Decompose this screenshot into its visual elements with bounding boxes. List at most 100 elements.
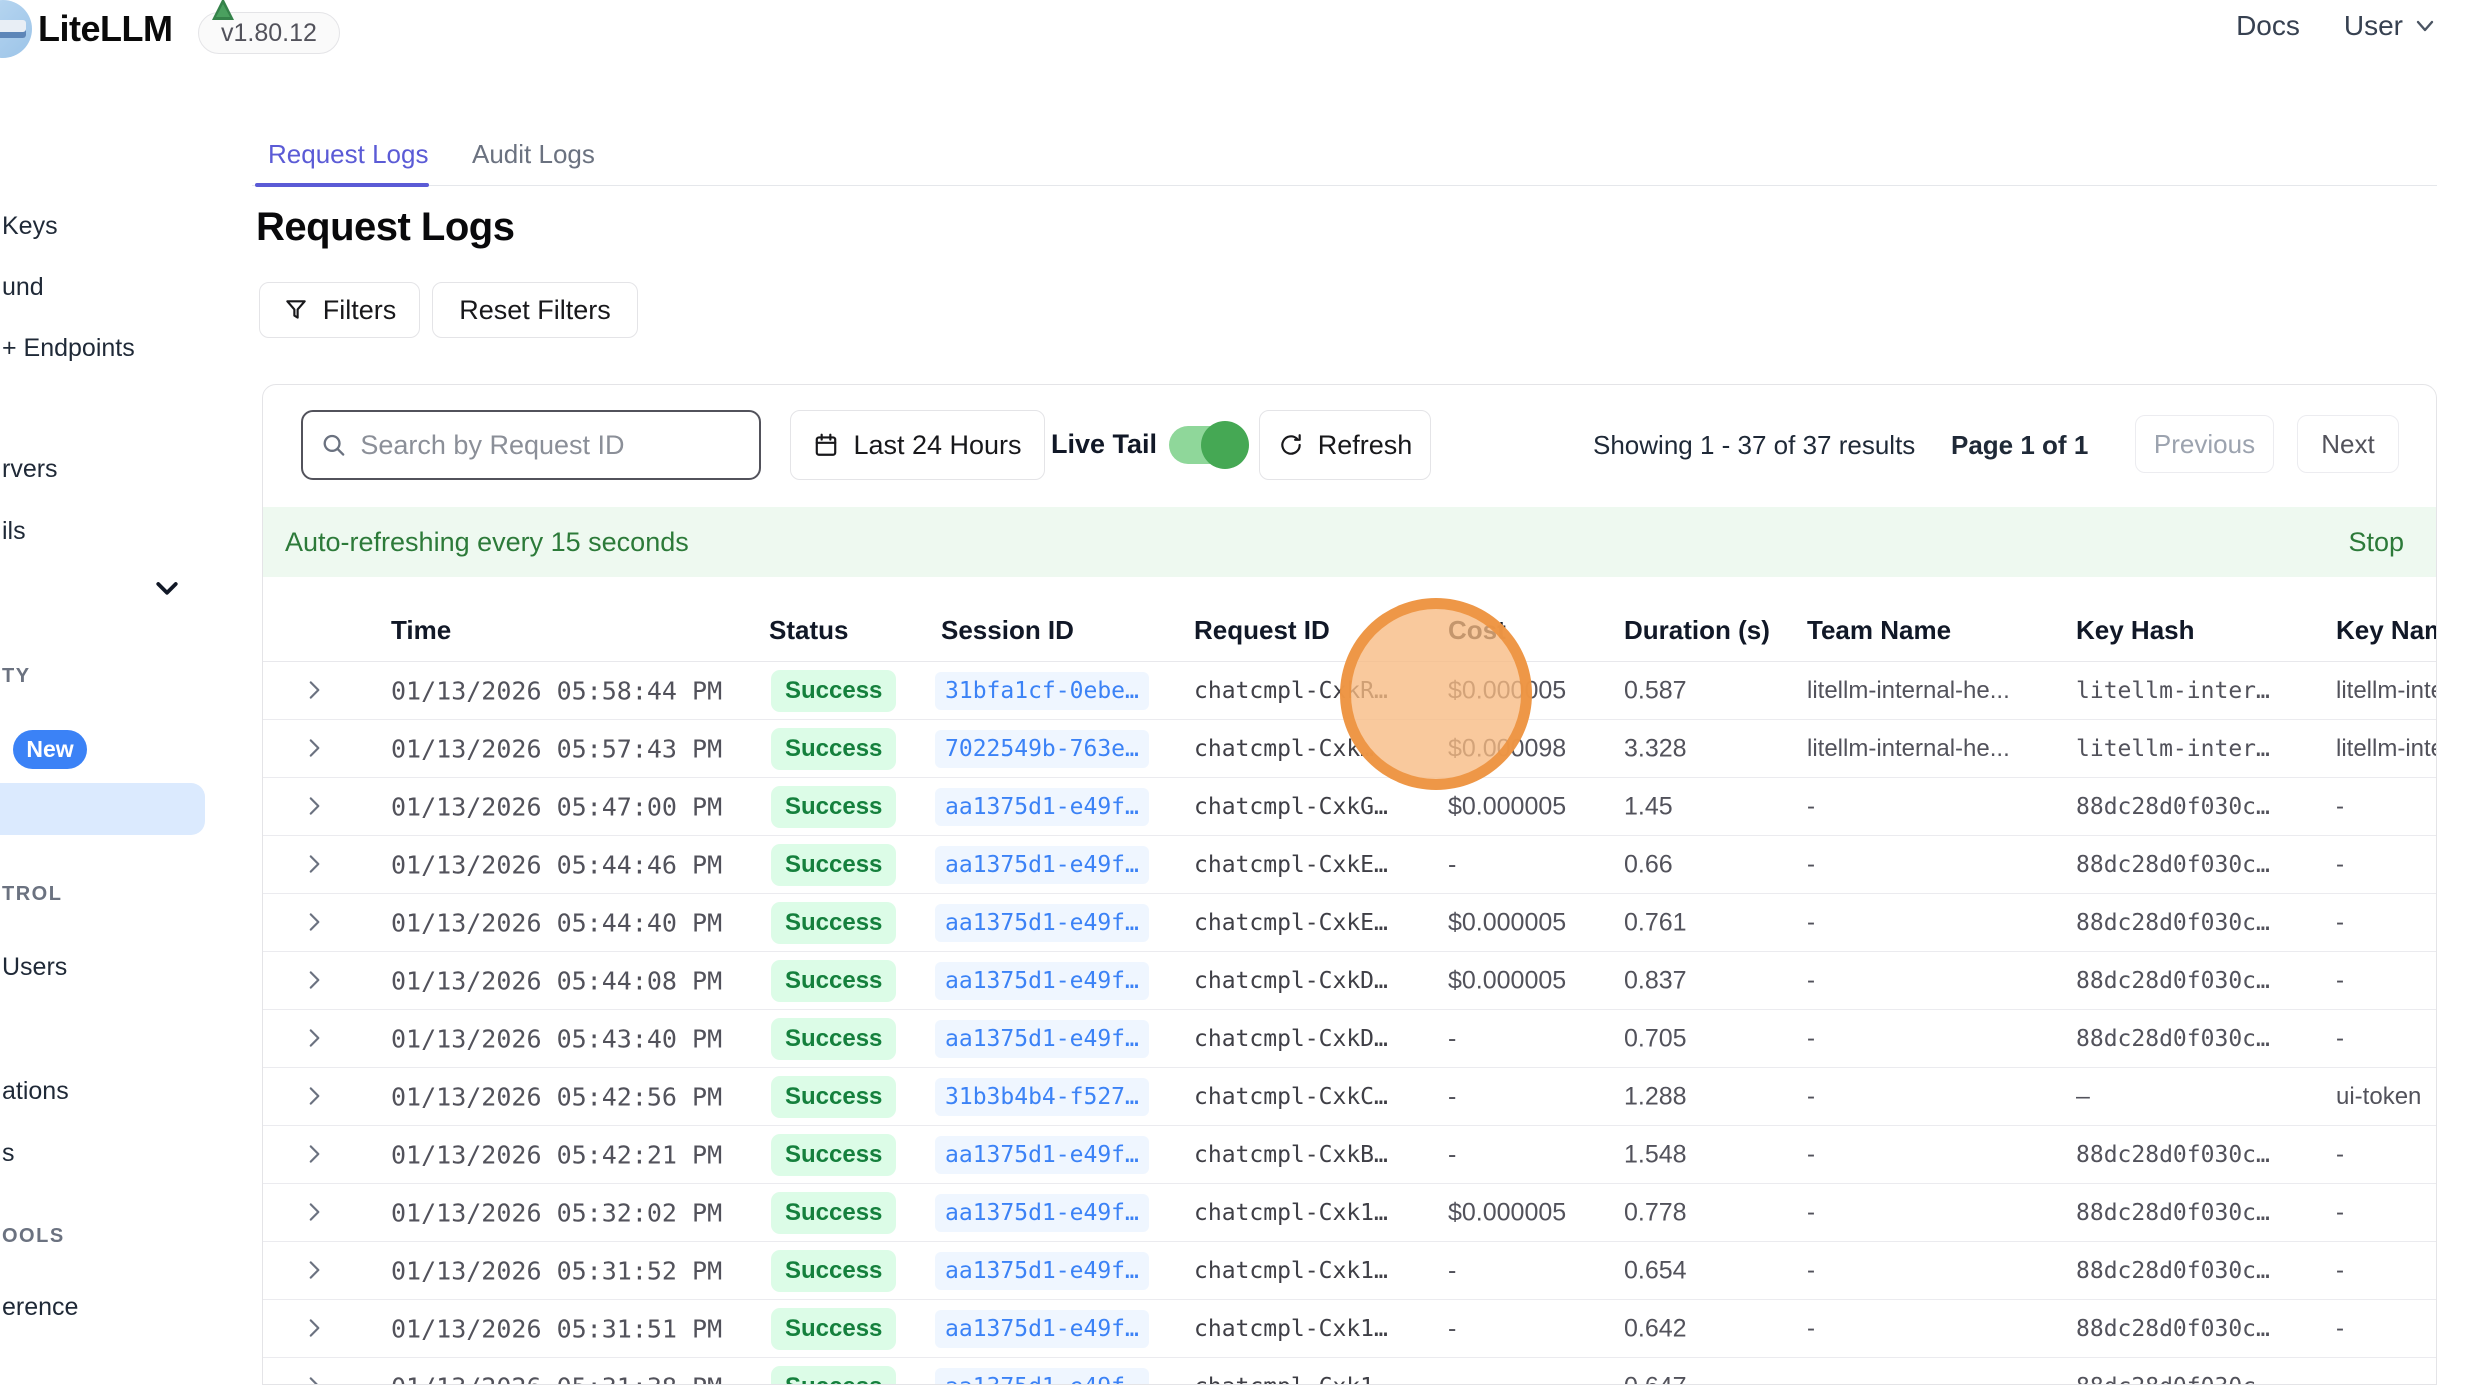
col-header-keyname: Key Name bbox=[2336, 615, 2437, 646]
cell-team-name: litellm-internal-he... bbox=[1807, 677, 2010, 705]
session-id-value: aa1375d1-e49f… bbox=[935, 846, 1149, 884]
sidebar-item-reference[interactable]: erence bbox=[2, 1293, 78, 1322]
table-row: 01/13/2026 05:44:46 PM Success aa1375d1-… bbox=[263, 836, 2437, 894]
row-expand-chevron-icon[interactable] bbox=[301, 1199, 329, 1227]
session-id-link[interactable]: aa1375d1-e49f… bbox=[935, 846, 1149, 884]
sidebar-item-teams[interactable]: s bbox=[2, 1139, 15, 1168]
col-header-time: Time bbox=[391, 615, 451, 646]
session-id-link[interactable]: 7022549b-763e… bbox=[935, 730, 1149, 768]
row-expand-chevron-icon[interactable] bbox=[301, 1315, 329, 1343]
refresh-icon bbox=[1278, 432, 1304, 458]
search-input[interactable] bbox=[360, 430, 741, 461]
cell-key-name: - bbox=[2336, 1373, 2344, 1385]
cell-time: 01/13/2026 05:32:02 PM bbox=[391, 1198, 722, 1227]
session-id-link[interactable]: aa1375d1-e49f… bbox=[935, 1194, 1149, 1232]
cell-key-hash: 88dc28d0f030c… bbox=[2076, 910, 2270, 936]
row-expand-chevron-icon[interactable] bbox=[301, 851, 329, 879]
session-id-value: aa1375d1-e49f… bbox=[935, 1310, 1149, 1348]
filters-button[interactable]: Filters bbox=[259, 282, 420, 338]
session-id-value: aa1375d1-e49f… bbox=[935, 1136, 1149, 1174]
sidebar-collapse-chevron-icon[interactable] bbox=[152, 574, 182, 604]
cell-time: 01/13/2026 05:42:56 PM bbox=[391, 1082, 722, 1111]
sidebar-item-guardrails[interactable]: ils bbox=[2, 517, 26, 546]
row-expand-chevron-icon[interactable] bbox=[301, 793, 329, 821]
session-id-link[interactable]: 31b3b4b4-f527… bbox=[935, 1078, 1149, 1116]
status-badge: Success bbox=[771, 1192, 896, 1234]
row-expand-chevron-icon[interactable] bbox=[301, 967, 329, 995]
cell-request-id: chatcmpl-CxkD… bbox=[1194, 968, 1388, 994]
next-label: Next bbox=[2321, 429, 2374, 460]
sidebar-item-keys[interactable]: Keys bbox=[2, 212, 58, 241]
session-id-value: 7022549b-763e… bbox=[935, 730, 1149, 768]
tab-audit-logs[interactable]: Audit Logs bbox=[472, 139, 595, 170]
sidebar-item-organizations[interactable]: ations bbox=[2, 1077, 69, 1106]
filters-label: Filters bbox=[323, 295, 397, 326]
tab-request-logs[interactable]: Request Logs bbox=[268, 139, 428, 170]
live-tail-toggle[interactable] bbox=[1169, 426, 1245, 464]
time-range-button[interactable]: Last 24 Hours bbox=[790, 410, 1045, 480]
sidebar-selected-item[interactable] bbox=[0, 783, 205, 835]
cell-key-hash: 88dc28d0f030c… bbox=[2076, 968, 2270, 994]
cell-key-hash: litellm-inter… bbox=[2076, 678, 2270, 704]
row-expand-chevron-icon[interactable] bbox=[301, 1025, 329, 1053]
status-badge: Success bbox=[771, 728, 896, 770]
cell-key-name: - bbox=[2336, 793, 2344, 821]
col-header-cost: Cost bbox=[1448, 615, 1506, 646]
page-title: Request Logs bbox=[256, 205, 514, 250]
session-id-link[interactable]: aa1375d1-e49f… bbox=[935, 1252, 1149, 1290]
results-summary: Showing 1 - 37 of 37 results bbox=[1593, 430, 1915, 461]
status-badge: Success bbox=[771, 1308, 896, 1350]
reset-filters-label: Reset Filters bbox=[459, 295, 611, 326]
cell-request-id: chatcmpl-Cxk1… bbox=[1194, 1374, 1388, 1385]
session-id-value: 31b3b4b4-f527… bbox=[935, 1078, 1149, 1116]
session-id-link[interactable]: aa1375d1-e49f… bbox=[935, 1310, 1149, 1348]
stop-auto-refresh-link[interactable]: Stop bbox=[2348, 527, 2404, 558]
row-expand-chevron-icon[interactable] bbox=[301, 1373, 329, 1385]
docs-link[interactable]: Docs bbox=[2236, 10, 2300, 42]
refresh-button[interactable]: Refresh bbox=[1259, 410, 1431, 480]
session-id-link[interactable]: aa1375d1-e49f… bbox=[935, 1136, 1149, 1174]
user-menu[interactable]: User bbox=[2344, 10, 2437, 42]
cell-time: 01/13/2026 05:43:40 PM bbox=[391, 1024, 722, 1053]
cell-key-hash: – bbox=[2076, 1084, 2090, 1110]
cell-cost: - bbox=[1448, 850, 1456, 879]
previous-button[interactable]: Previous bbox=[2135, 415, 2274, 473]
sidebar-item-endpoints[interactable]: + Endpoints bbox=[2, 334, 135, 363]
sidebar-item-users[interactable]: Users bbox=[2, 953, 67, 982]
row-expand-chevron-icon[interactable] bbox=[301, 677, 329, 705]
sidebar-item-playground[interactable]: und bbox=[2, 273, 44, 302]
cell-cost: - bbox=[1448, 1082, 1456, 1111]
row-expand-chevron-icon[interactable] bbox=[301, 735, 329, 763]
cell-time: 01/13/2026 05:44:08 PM bbox=[391, 966, 722, 995]
cell-request-id: chatcmpl-CxkR… bbox=[1194, 678, 1388, 704]
reset-filters-button[interactable]: Reset Filters bbox=[432, 282, 638, 338]
session-id-link[interactable]: 31bfa1cf-0ebe… bbox=[935, 672, 1149, 710]
session-id-link[interactable]: aa1375d1-e49f… bbox=[935, 962, 1149, 1000]
auto-refresh-message: Auto-refreshing every 15 seconds bbox=[285, 527, 689, 558]
cell-time: 01/13/2026 05:31:51 PM bbox=[391, 1314, 722, 1343]
cell-key-name: - bbox=[2336, 1141, 2344, 1169]
request-logs-card: Last 24 Hours Live Tail Refresh Showing … bbox=[262, 384, 2437, 1385]
calendar-icon bbox=[813, 432, 839, 458]
row-expand-chevron-icon[interactable] bbox=[301, 1257, 329, 1285]
cell-team-name: - bbox=[1807, 1141, 1815, 1169]
cell-team-name: - bbox=[1807, 967, 1815, 995]
session-id-value: aa1375d1-e49f… bbox=[935, 1194, 1149, 1232]
row-expand-chevron-icon[interactable] bbox=[301, 1083, 329, 1111]
row-expand-chevron-icon[interactable] bbox=[301, 909, 329, 937]
holiday-tree-icon bbox=[212, 0, 234, 20]
row-expand-chevron-icon[interactable] bbox=[301, 1141, 329, 1169]
status-badge: Success bbox=[771, 902, 896, 944]
sidebar-item-servers[interactable]: rvers bbox=[2, 455, 58, 484]
sidebar-section-header: TY bbox=[2, 665, 31, 688]
next-button[interactable]: Next bbox=[2297, 415, 2399, 473]
session-id-link[interactable]: aa1375d1-e49f… bbox=[935, 904, 1149, 942]
cell-key-hash: 88dc28d0f030c… bbox=[2076, 1200, 2270, 1226]
docs-label: Docs bbox=[2236, 10, 2300, 42]
table-row: 01/13/2026 05:43:40 PM Success aa1375d1-… bbox=[263, 1010, 2437, 1068]
cell-duration: 0.778 bbox=[1624, 1198, 1687, 1227]
session-id-link[interactable]: aa1375d1-e49f… bbox=[935, 1368, 1149, 1385]
session-id-link[interactable]: aa1375d1-e49f… bbox=[935, 788, 1149, 826]
session-id-link[interactable]: aa1375d1-e49f… bbox=[935, 1020, 1149, 1058]
chevron-down-icon bbox=[2413, 14, 2437, 38]
